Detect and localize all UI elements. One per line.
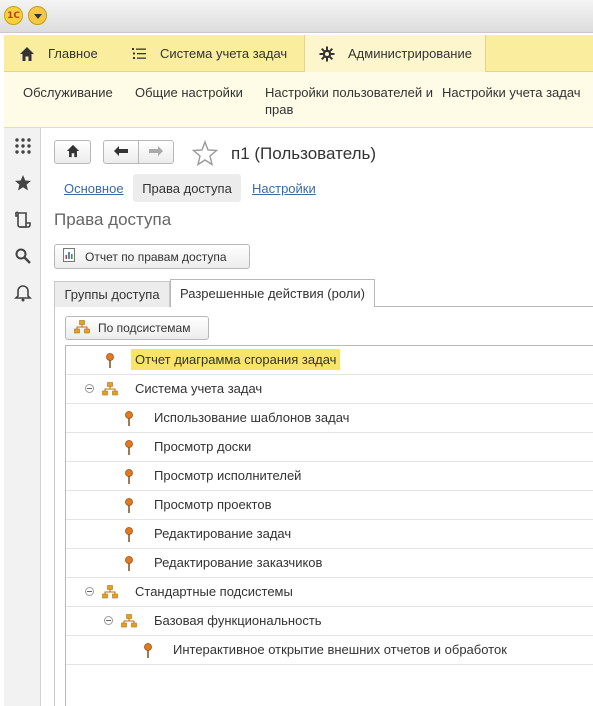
- main-menu-button[interactable]: [28, 6, 47, 25]
- role-pin-icon: [124, 440, 134, 456]
- tree-row-label: Стандартные подсистемы: [135, 584, 293, 599]
- subsystem-icon: [102, 382, 118, 396]
- gear-icon: [318, 45, 336, 63]
- role-pin-icon: [124, 527, 134, 543]
- section-home[interactable]: Главное: [18, 35, 98, 72]
- menu-user-settings[interactable]: Настройки пользователей и прав: [265, 84, 435, 118]
- title-bar: 1С: [0, 0, 593, 33]
- link-settings[interactable]: Настройки: [252, 181, 316, 196]
- collapse-toggle-icon[interactable]: [85, 587, 94, 596]
- tree-row-role[interactable]: Просмотр проектов: [66, 491, 593, 520]
- roles-tree: Отчет диаграмма сгорания задач Система уч…: [65, 345, 593, 706]
- arrow-left-icon: [113, 145, 129, 160]
- by-subsystems-label: По подсистемам: [98, 321, 191, 335]
- tree-row-subsystem[interactable]: Система учета задач: [66, 375, 593, 404]
- forward-button[interactable]: [138, 140, 174, 164]
- tree-row-label: Базовая функциональность: [154, 613, 322, 628]
- tree-row-label: Просмотр проектов: [154, 497, 272, 512]
- tree-row-label: Редактирование задач: [154, 526, 292, 541]
- by-subsystems-button[interactable]: По подсистемам: [65, 316, 209, 340]
- role-pin-icon: [124, 556, 134, 572]
- menu-maintenance[interactable]: Обслуживание: [23, 84, 113, 101]
- subsystem-icon: [121, 614, 137, 628]
- page-tabs: Группы доступа Разрешенные действия (рол…: [54, 279, 593, 308]
- tree-row-subsystem[interactable]: Стандартные подсистемы: [66, 578, 593, 607]
- tree-row-label: Система учета задач: [135, 381, 263, 396]
- link-main[interactable]: Основное: [64, 181, 124, 196]
- access-report-label: Отчет по правам доступа: [85, 249, 227, 264]
- tree-row-role[interactable]: Просмотр доски: [66, 433, 593, 462]
- role-pin-icon: [124, 498, 134, 514]
- tree-row-subsystem[interactable]: Базовая функциональность: [66, 607, 593, 636]
- section-administration[interactable]: Администрирование: [304, 35, 486, 72]
- menu-general-settings[interactable]: Общие настройки: [135, 84, 243, 101]
- role-pin-icon: [143, 643, 153, 659]
- section-label: Система учета задач: [160, 46, 288, 61]
- hierarchy-icon: [74, 319, 90, 337]
- section-label: Администрирование: [348, 46, 472, 61]
- role-pin-icon: [124, 469, 134, 485]
- tree-row-label: Интерактивное открытие внешних отчетов и…: [173, 642, 507, 657]
- tree-row-label: Просмотр доски: [154, 439, 252, 454]
- arrow-right-icon: [148, 145, 164, 160]
- menu-task-settings[interactable]: Настройки учета задач: [442, 84, 581, 101]
- tree-row-label: Использование шаблонов задач: [154, 410, 350, 425]
- home-icon: [66, 144, 80, 161]
- tree-row-label: Отчет диаграмма сгорания задач: [131, 349, 341, 370]
- tree-row-role[interactable]: Просмотр исполнителей: [66, 462, 593, 491]
- role-pin-icon: [124, 411, 134, 427]
- 1c-logo-icon[interactable]: 1С: [4, 6, 23, 25]
- section-commands: Обслуживание Общие настройки Настройки п…: [4, 72, 593, 128]
- access-report-button[interactable]: Отчет по правам доступа: [54, 244, 250, 269]
- tree-row-role[interactable]: Интерактивное открытие внешних отчетов и…: [66, 636, 593, 665]
- tree-row-role[interactable]: Редактирование задач: [66, 520, 593, 549]
- tree-row-label: Редактирование заказчиков: [154, 555, 323, 570]
- apps-grid-icon[interactable]: [13, 136, 33, 156]
- tree-row-label: Просмотр исполнителей: [154, 468, 302, 483]
- section-label: Главное: [48, 46, 98, 61]
- home-button[interactable]: [54, 140, 91, 164]
- history-icon[interactable]: [13, 210, 33, 230]
- section-title: Права доступа: [54, 210, 172, 229]
- section-task-system[interactable]: Система учета задач: [130, 35, 287, 72]
- tab-access-groups[interactable]: Группы доступа: [54, 281, 170, 307]
- tree-row-role[interactable]: Использование шаблонов задач: [66, 404, 593, 433]
- subsystem-icon: [102, 585, 118, 599]
- home-icon: [18, 45, 36, 63]
- search-icon[interactable]: [13, 246, 33, 266]
- back-button[interactable]: [103, 140, 139, 164]
- bell-icon[interactable]: [13, 283, 33, 303]
- tab-allowed-actions[interactable]: Разрешенные действия (роли): [170, 279, 375, 308]
- sections-panel: Главное Система учета задач Администриро…: [4, 35, 593, 72]
- form-title: п1 (Пользователь): [231, 144, 377, 163]
- star-icon[interactable]: [13, 173, 33, 193]
- tree-row-role[interactable]: Отчет диаграмма сгорания задач: [66, 346, 593, 375]
- report-icon: [63, 248, 75, 265]
- tree-row-role[interactable]: Редактирование заказчиков: [66, 549, 593, 578]
- role-pin-icon: [105, 353, 115, 369]
- collapse-toggle-icon[interactable]: [85, 384, 94, 393]
- left-nav-panel: [4, 128, 41, 706]
- link-access-rights[interactable]: Права доступа: [133, 174, 241, 202]
- task-list-icon: [130, 45, 148, 63]
- collapse-toggle-icon[interactable]: [104, 616, 113, 625]
- favorite-star-icon[interactable]: [191, 140, 219, 167]
